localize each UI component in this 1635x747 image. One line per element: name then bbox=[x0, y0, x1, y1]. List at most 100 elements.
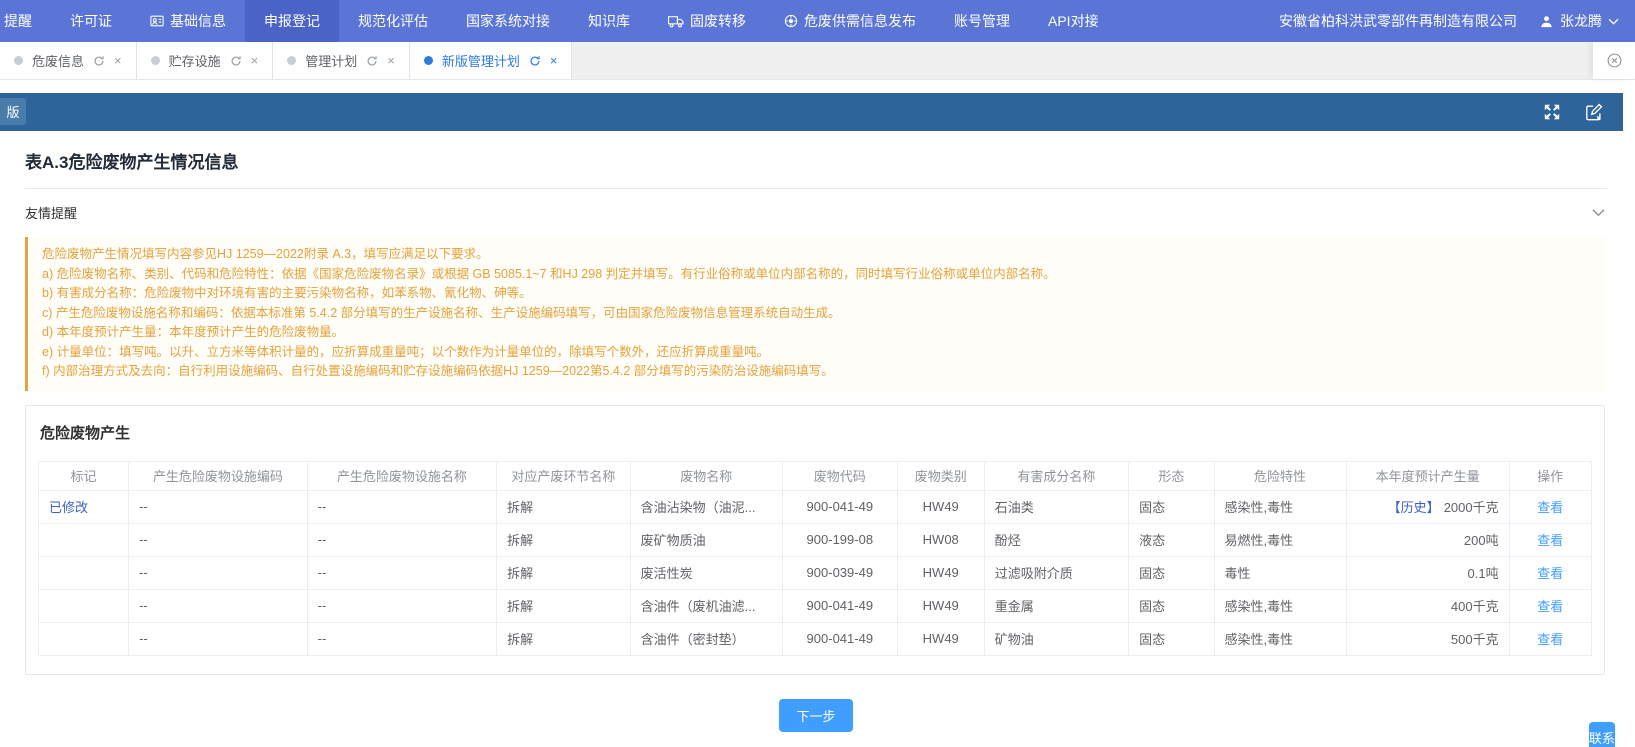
cell-amount: 【历史】2000千克 bbox=[1346, 490, 1509, 523]
tab-close-icon[interactable]: × bbox=[550, 53, 558, 68]
nav-item-label: 许可证 bbox=[70, 11, 112, 31]
column-header: 对应产废环节名称 bbox=[497, 461, 631, 490]
panel-header-icons bbox=[1543, 103, 1623, 121]
amount-value: 200吨 bbox=[1464, 533, 1499, 548]
tab-close-icon[interactable]: × bbox=[114, 53, 122, 68]
column-header: 产生危险废物设施编码 bbox=[129, 461, 308, 490]
section-title: 危险废物产生 bbox=[40, 422, 1592, 443]
cell-waste_category: HW49 bbox=[897, 622, 984, 655]
nav-item-label: 国家系统对接 bbox=[466, 11, 550, 31]
cell-waste_code: 900-199-08 bbox=[782, 523, 897, 556]
nav-item-0[interactable]: 提醒 bbox=[0, 0, 51, 42]
company-name: 安徽省柏科洪武零部件再制造有限公司 bbox=[1279, 11, 1517, 31]
tabs: 危废信息×贮存设施×管理计划×新版管理计划× bbox=[0, 42, 572, 79]
notice-header[interactable]: 友情提醒 bbox=[25, 189, 1607, 235]
cell-mark: 已修改 bbox=[39, 490, 129, 523]
cell-facility_code: -- bbox=[129, 589, 308, 622]
tab-label: 贮存设施 bbox=[169, 51, 221, 70]
tab-refresh-icon[interactable] bbox=[366, 55, 378, 67]
nav-item-2[interactable]: 基础信息 bbox=[131, 0, 245, 42]
user-menu[interactable]: 张龙腾 bbox=[1539, 11, 1619, 31]
nav-item-1[interactable]: 许可证 bbox=[51, 0, 131, 42]
tab-0[interactable]: 危废信息 × bbox=[0, 42, 137, 79]
nav-item-label: API对接 bbox=[1048, 11, 1099, 31]
nav-item-6[interactable]: 知识库 bbox=[569, 0, 649, 42]
nav-item-4[interactable]: 规范化评估 bbox=[339, 0, 447, 42]
cell-facility_name: -- bbox=[307, 622, 496, 655]
user-icon bbox=[1539, 14, 1554, 29]
cell-waste_code: 900-041-49 bbox=[782, 622, 897, 655]
nav-item-5[interactable]: 国家系统对接 bbox=[447, 0, 569, 42]
table-row: ----拆解含油件（密封垫）900-041-49HW49矿物油固态感染性,毒性5… bbox=[39, 622, 1592, 655]
nav-item-9[interactable]: 账号管理 bbox=[935, 0, 1029, 42]
cell-amount: 500千克 bbox=[1346, 622, 1509, 655]
tab-status-dot bbox=[151, 56, 160, 65]
next-step-button[interactable]: 下一步 bbox=[779, 699, 852, 732]
edit-disabled-icon[interactable] bbox=[1585, 103, 1603, 121]
tab-label: 危废信息 bbox=[32, 51, 84, 70]
view-link[interactable]: 查看 bbox=[1537, 566, 1563, 581]
cell-waste_category: HW49 bbox=[897, 556, 984, 589]
tab-2[interactable]: 管理计划× bbox=[273, 42, 410, 79]
cell-amount: 400千克 bbox=[1346, 589, 1509, 622]
fullscreen-icon[interactable] bbox=[1543, 103, 1561, 121]
cell-waste_name: 废活性炭 bbox=[630, 556, 782, 589]
gap-strip bbox=[0, 80, 1635, 93]
collapse-chevron-icon[interactable] bbox=[1592, 208, 1605, 217]
cell-facility_code: -- bbox=[129, 490, 308, 523]
close-all-tabs-button[interactable] bbox=[1593, 42, 1635, 79]
content: 表A.3危险废物产生情况信息 友情提醒 危险废物产生情况填写内容参见HJ 125… bbox=[0, 131, 1635, 732]
cell-hazard: 易燃性,毒性 bbox=[1214, 523, 1346, 556]
cell-mark bbox=[39, 523, 129, 556]
view-link[interactable]: 查看 bbox=[1537, 632, 1563, 647]
tab-status-dot bbox=[424, 56, 433, 65]
cell-component: 石油类 bbox=[984, 490, 1128, 523]
table-row: ----拆解废矿物质油900-199-08HW08酚烃液态易燃性,毒性200吨查… bbox=[39, 523, 1592, 556]
view-link[interactable]: 查看 bbox=[1537, 533, 1563, 548]
tab-bar: 危废信息×贮存设施×管理计划×新版管理计划× bbox=[0, 42, 1635, 80]
nav-item-8[interactable]: 危废供需信息发布 bbox=[765, 0, 935, 42]
column-header: 废物代码 bbox=[782, 461, 897, 490]
nav-item-label: 规范化评估 bbox=[358, 11, 428, 31]
contact-support-button[interactable]: 联系客服 bbox=[1589, 722, 1615, 747]
view-link[interactable]: 查看 bbox=[1537, 599, 1563, 614]
history-tag[interactable]: 【历史】 bbox=[1388, 500, 1440, 515]
nav-item-3[interactable]: 申报登记 bbox=[245, 0, 339, 42]
cell-waste_name: 含油件（密封垫） bbox=[630, 622, 782, 655]
nav-item-label: 固废转移 bbox=[690, 11, 746, 31]
column-header: 本年度预计产生量 bbox=[1346, 461, 1509, 490]
version-chip[interactable]: 版 bbox=[0, 98, 26, 125]
nav-item-10[interactable]: API对接 bbox=[1029, 0, 1118, 42]
table-header-row: 标记产生危险废物设施编码产生危险废物设施名称对应产废环节名称废物名称废物代码废物… bbox=[39, 461, 1592, 490]
tab-refresh-icon[interactable] bbox=[529, 55, 541, 67]
tab-close-icon[interactable]: × bbox=[251, 53, 259, 68]
title-row: 表A.3危险废物产生情况信息 bbox=[25, 131, 1607, 189]
amount-value: 500千克 bbox=[1451, 632, 1499, 647]
tab-1[interactable]: 贮存设施 × bbox=[137, 42, 274, 79]
cell-form: 固态 bbox=[1129, 622, 1214, 655]
cell-waste_name: 废矿物质油 bbox=[630, 523, 782, 556]
cell-waste_code: 900-039-49 bbox=[782, 556, 897, 589]
cell-form: 固态 bbox=[1129, 556, 1214, 589]
notice-box: 危险废物产生情况填写内容参见HJ 1259—2022附录 A.3，填写应满足以下… bbox=[25, 237, 1605, 391]
cell-facility_name: -- bbox=[307, 523, 496, 556]
amount-value: 0.1吨 bbox=[1468, 566, 1499, 581]
nav-item-label: 危废供需信息发布 bbox=[804, 11, 916, 31]
cell-waste_category: HW08 bbox=[897, 523, 984, 556]
column-header: 操作 bbox=[1509, 461, 1591, 490]
panel-header-bar: 版 bbox=[0, 93, 1623, 131]
nav-item-7[interactable]: 固废转移 bbox=[649, 0, 765, 42]
scrollbar-track[interactable] bbox=[1623, 81, 1635, 747]
cell-facility_code: -- bbox=[129, 523, 308, 556]
user-name: 张龙腾 bbox=[1560, 11, 1602, 31]
tab-3[interactable]: 新版管理计划× bbox=[410, 42, 573, 79]
tab-refresh-icon[interactable] bbox=[93, 55, 105, 67]
cell-component: 过滤吸附介质 bbox=[984, 556, 1128, 589]
tab-close-icon[interactable]: × bbox=[387, 53, 395, 68]
cell-stage: 拆解 bbox=[497, 622, 631, 655]
view-link[interactable]: 查看 bbox=[1537, 500, 1563, 515]
cell-form: 固态 bbox=[1129, 589, 1214, 622]
tab-refresh-icon[interactable] bbox=[230, 55, 242, 67]
cell-stage: 拆解 bbox=[497, 556, 631, 589]
cell-hazard: 感染性,毒性 bbox=[1214, 490, 1346, 523]
